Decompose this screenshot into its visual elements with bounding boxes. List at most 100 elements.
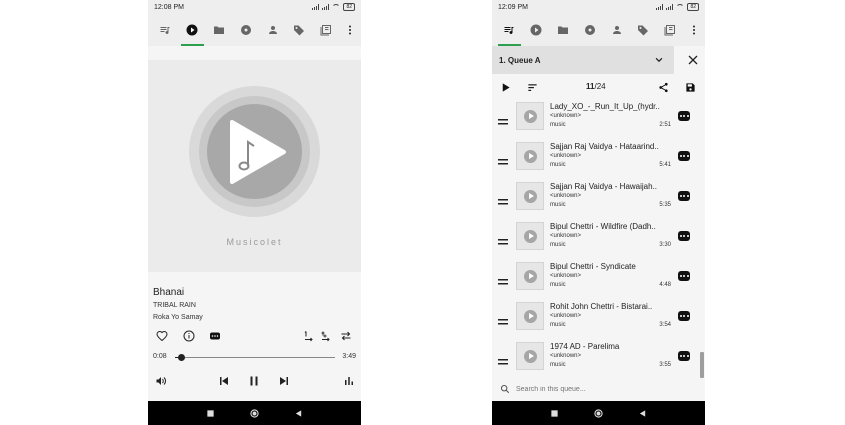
- back-button[interactable]: [292, 407, 304, 419]
- queue-item[interactable]: Sajjan Raj Vaidya - Hawaijah.. <unknown>…: [492, 179, 705, 215]
- tab-folders[interactable]: [206, 14, 233, 46]
- play-queue-button[interactable]: [498, 80, 512, 94]
- now-playing-screen: 12:08 PM 82 Musicolet Bhanai TRIBAL RAIN…: [148, 0, 361, 425]
- equalizer-button[interactable]: [341, 373, 357, 389]
- volume-button[interactable]: [153, 373, 169, 389]
- tab-folders[interactable]: [550, 14, 577, 46]
- drag-handle-icon[interactable]: [498, 153, 508, 165]
- queue-item-duration: 4:48: [659, 282, 671, 288]
- folder-icon: [213, 26, 224, 34]
- queue-item-album: music: [550, 122, 566, 128]
- volume-icon: [156, 377, 166, 385]
- item-menu-button[interactable]: [678, 231, 690, 241]
- queue-selector[interactable]: 1. Queue A: [492, 46, 674, 74]
- queue-item-album: music: [550, 162, 566, 168]
- seek-bar[interactable]: [175, 354, 335, 361]
- tab-albums[interactable]: [576, 14, 603, 46]
- track-thumbnail: [516, 302, 544, 330]
- home-button[interactable]: [248, 407, 260, 419]
- info-button[interactable]: [181, 328, 197, 344]
- drag-handle-icon[interactable]: [498, 233, 508, 245]
- track-menu-button[interactable]: [207, 328, 223, 344]
- seek-thumb[interactable]: [177, 354, 185, 361]
- queue-item[interactable]: 1974 AD - Parelima <unknown> music 3:55: [492, 339, 705, 375]
- queue-item-duration: 5:41: [659, 162, 671, 168]
- album-icon: [240, 25, 251, 35]
- tab-queue[interactable]: [496, 14, 523, 46]
- save-queue-button[interactable]: [683, 80, 697, 94]
- queue-item[interactable]: Lady_XO_-_Run_It_Up_(hydr.. <unknown> mu…: [492, 99, 705, 135]
- tab-albums[interactable]: [232, 14, 259, 46]
- item-menu-button[interactable]: [678, 311, 690, 321]
- queue-item-title: Bipul Chettri - Wildfire (Dadh..: [550, 222, 656, 231]
- tag-icon: [638, 25, 649, 36]
- drag-handle-icon[interactable]: [498, 113, 508, 125]
- tab-playlists[interactable]: [313, 14, 340, 46]
- queue-mode-button[interactable]: [318, 328, 334, 344]
- back-triangle-icon: [295, 409, 301, 417]
- more-options-button[interactable]: [687, 14, 701, 46]
- drag-handle-icon[interactable]: [498, 313, 508, 325]
- repeat-one-button[interactable]: [301, 328, 317, 344]
- track-thumbnail: [516, 262, 544, 290]
- person-icon: [612, 26, 621, 34]
- queue-item[interactable]: Rohit John Chettri - Bistarai.. <unknown…: [492, 299, 705, 335]
- play-circle-icon: [530, 24, 542, 36]
- queue-item-album: music: [550, 242, 566, 248]
- favorite-button[interactable]: [154, 328, 170, 344]
- shuffle-button[interactable]: [338, 328, 354, 344]
- share-button[interactable]: [656, 80, 670, 94]
- tab-playlists[interactable]: [657, 14, 684, 46]
- tab-artists[interactable]: [603, 14, 630, 46]
- queue-item-artist: <unknown>: [550, 353, 582, 359]
- album-art[interactable]: Musicolet: [148, 60, 361, 272]
- drag-handle-icon[interactable]: [498, 193, 508, 205]
- queue-item-duration: 3:55: [659, 362, 671, 368]
- sort-button[interactable]: [525, 80, 539, 94]
- tab-queue[interactable]: [152, 14, 179, 46]
- item-menu-button[interactable]: [678, 151, 690, 161]
- recents-button[interactable]: [204, 407, 216, 419]
- queue-item[interactable]: Bipul Chettri - Wildfire (Dadh.. <unknow…: [492, 219, 705, 255]
- tab-now-playing[interactable]: [523, 14, 550, 46]
- queue-item[interactable]: Sajjan Raj Vaidya - Hataarind.. <unknown…: [492, 139, 705, 175]
- playlist-icon: [664, 25, 676, 36]
- queue-item-album: music: [550, 282, 566, 288]
- queue-item-title: Rohit John Chettri - Bistarai..: [550, 302, 653, 311]
- track-album[interactable]: Roka Yo Samay: [153, 314, 203, 321]
- track-thumbnail: [516, 342, 544, 370]
- more-vert-icon: [693, 25, 695, 35]
- tab-genres[interactable]: [286, 14, 313, 46]
- scrollbar[interactable]: [700, 352, 704, 378]
- item-menu-button[interactable]: [678, 191, 690, 201]
- next-button[interactable]: [276, 373, 292, 389]
- pause-button[interactable]: [246, 373, 262, 389]
- drag-handle-icon[interactable]: [498, 353, 508, 365]
- previous-button[interactable]: [216, 373, 232, 389]
- more-options-button[interactable]: [343, 14, 357, 46]
- folder-icon: [557, 26, 568, 34]
- queue-name: 1. Queue A: [499, 55, 541, 65]
- wifi-icon: [332, 4, 341, 10]
- signal-icon: [322, 4, 330, 10]
- track-artist[interactable]: TRIBAL RAIN: [153, 302, 196, 309]
- android-nav-bar: [492, 401, 705, 425]
- home-button[interactable]: [592, 407, 604, 419]
- tab-genres[interactable]: [630, 14, 657, 46]
- item-menu-button[interactable]: [678, 271, 690, 281]
- close-queue-button[interactable]: [687, 54, 699, 66]
- android-nav-bar: [148, 401, 361, 425]
- tab-now-playing[interactable]: [179, 14, 206, 46]
- queue-item-album: music: [550, 322, 566, 328]
- queue-item[interactable]: Bipul Chettri - Syndicate <unknown> musi…: [492, 259, 705, 295]
- tab-artists[interactable]: [259, 14, 286, 46]
- battery-icon: 82: [687, 3, 699, 11]
- queue-search-input[interactable]: [516, 383, 686, 395]
- drag-handle-icon[interactable]: [498, 273, 508, 285]
- item-menu-button[interactable]: [678, 351, 690, 361]
- back-button[interactable]: [636, 407, 648, 419]
- signal-icon: [312, 4, 320, 10]
- recents-button[interactable]: [548, 407, 560, 419]
- item-menu-button[interactable]: [678, 111, 690, 121]
- wifi-icon: [676, 4, 685, 10]
